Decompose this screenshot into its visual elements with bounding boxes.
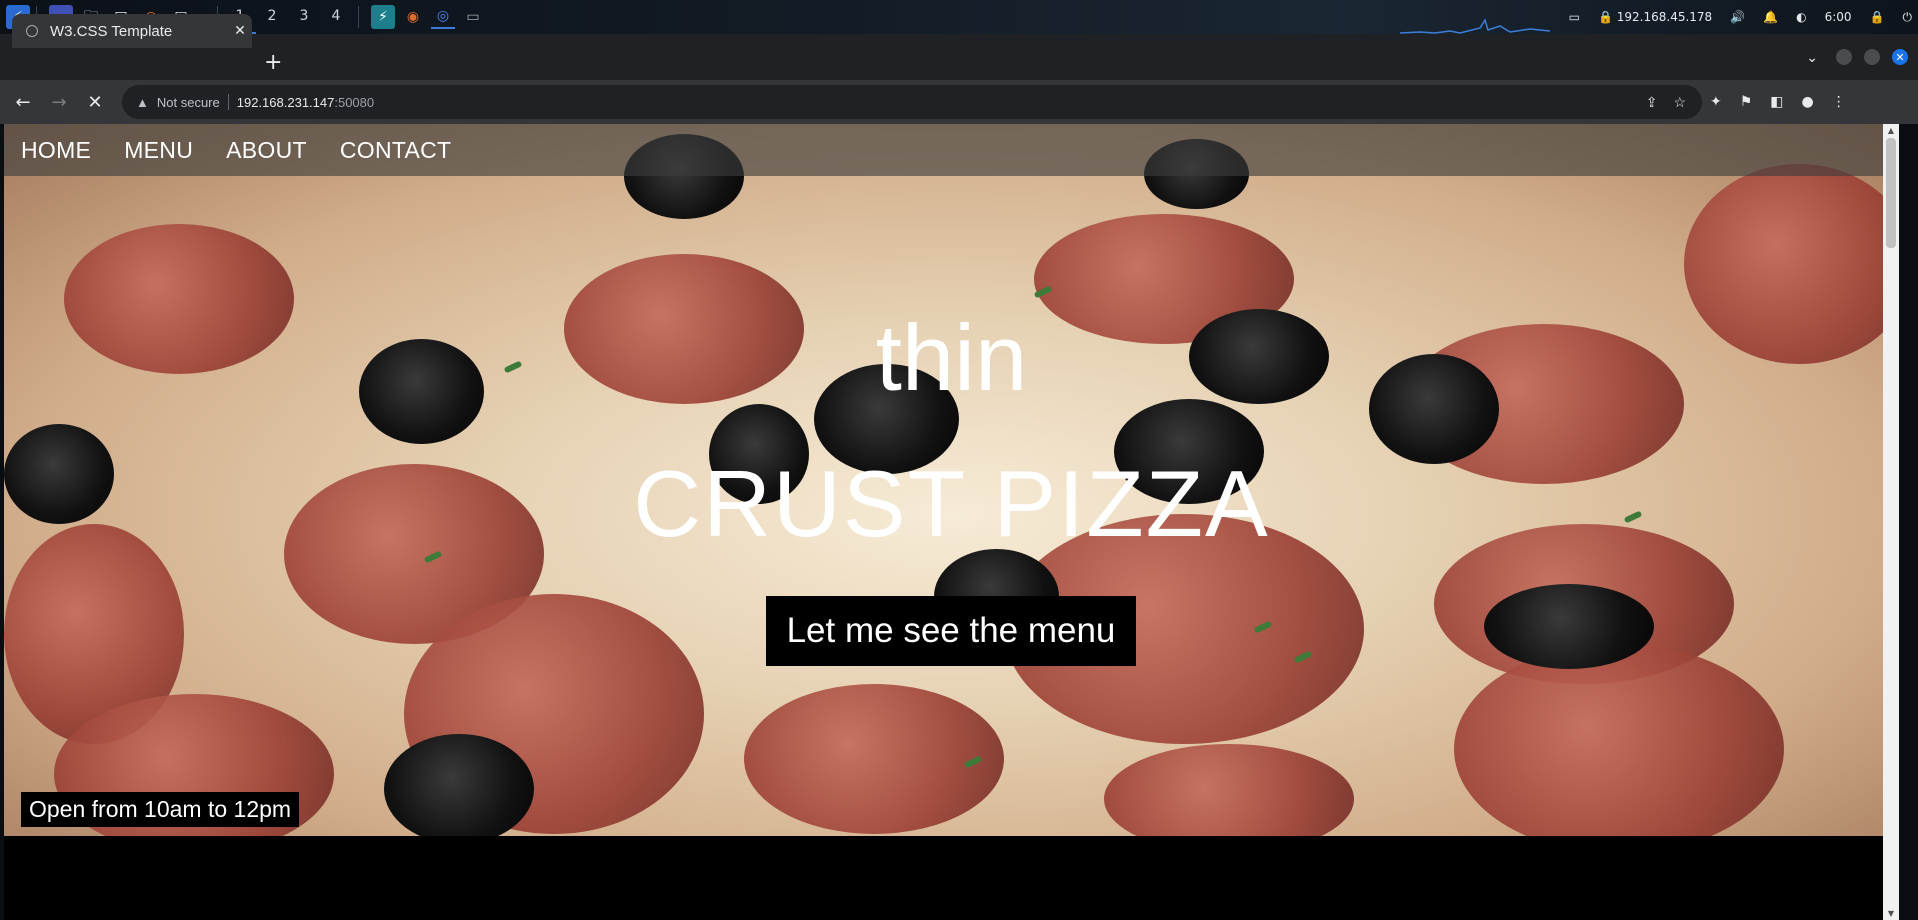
close-window-button[interactable]: ✕ — [1892, 49, 1908, 65]
olive — [1484, 584, 1654, 669]
os-taskbar: ⚡ ▭ 🗀 ▤ ◉ ▣ ⌄ 1 2 3 4 ⚡ ◉ ◎ ▭ ▭ 🔒 192.16… — [0, 0, 1918, 34]
nav-about[interactable]: ABOUT — [226, 137, 307, 164]
volume-icon[interactable]: 🔊 — [1730, 10, 1745, 24]
nav-home[interactable]: HOME — [21, 137, 91, 164]
tab-search-chevron-icon[interactable]: ⌄ — [1806, 50, 1818, 66]
display-icon[interactable]: ▭ — [1569, 10, 1580, 24]
minimize-button[interactable] — [1836, 49, 1852, 65]
hero-title-crust-pizza: CRUST PIZZA — [633, 451, 1270, 556]
network-graph — [1400, 18, 1550, 34]
maximize-button[interactable] — [1864, 49, 1880, 65]
not-secure-label[interactable]: Not secure — [157, 95, 220, 110]
hero-title-thin: thin — [875, 305, 1028, 410]
kebab-menu-icon[interactable]: ⋮ — [1832, 94, 1846, 110]
browser-tabstrip — [0, 34, 1918, 80]
page-viewport: HOME MENU ABOUT CONTACT thin CRUST PIZZA… — [4, 124, 1899, 920]
new-tab-button[interactable]: + — [264, 50, 282, 75]
back-button[interactable]: ← — [10, 89, 36, 115]
url-port: :50080 — [334, 94, 375, 110]
close-tab-icon[interactable]: ✕ — [228, 23, 252, 39]
warning-icon[interactable]: ▲ — [136, 95, 149, 110]
scroll-down-arrow-icon[interactable]: ▼ — [1883, 909, 1899, 918]
scroll-up-arrow-icon[interactable]: ▲ — [1883, 126, 1899, 135]
window-controls: ✕ — [1836, 49, 1908, 65]
omnibox-actions: ⇪ ☆ — [1646, 94, 1686, 111]
nav-contact[interactable]: CONTACT — [340, 137, 452, 164]
url-host: 192.168.231.147 — [236, 94, 335, 110]
bookmark-star-icon[interactable]: ☆ — [1673, 94, 1686, 111]
system-tray: ▭ 🔒 192.168.45.178 🔊 🔔 ◐ 6:00 🔒 ⏻ — [1569, 0, 1912, 34]
extensions-puzzle-icon[interactable]: ✦ — [1710, 94, 1722, 110]
scrollbar-thumb[interactable] — [1886, 138, 1896, 248]
workspace-3[interactable]: 3 — [288, 0, 320, 34]
chrome-window-icon[interactable]: ◎ — [431, 5, 455, 29]
extensions-area: ✦ ⚑ ◧ ● ⋮ — [1710, 94, 1846, 110]
workspace-4[interactable]: 4 — [320, 0, 352, 34]
opening-hours-label: Open from 10am to 12pm — [21, 792, 300, 827]
vpn-ip: 192.168.45.178 — [1616, 10, 1713, 24]
lock-icon[interactable]: 🔒 — [1870, 10, 1885, 24]
side-panel-icon[interactable]: ◧ — [1770, 94, 1783, 110]
app-window-icon[interactable]: ⚡ — [371, 5, 395, 29]
browser-tab[interactable]: W3.CSS Template ✕ — [12, 14, 252, 48]
logout-icon[interactable]: ⏻ — [1903, 10, 1913, 25]
browser-toolbar: ← → ✕ ▲ Not secure 192.168.231.147:50080… — [0, 80, 1918, 124]
page-scrollbar[interactable]: ▲ ▼ — [1883, 124, 1899, 920]
stop-loading-button[interactable]: ✕ — [82, 89, 108, 115]
clock[interactable]: 6:00 — [1825, 10, 1852, 24]
nav-menu[interactable]: MENU — [124, 137, 193, 164]
firefox-window-icon[interactable]: ◉ — [401, 5, 425, 29]
pizza-hero-image: HOME MENU ABOUT CONTACT thin CRUST PIZZA… — [4, 124, 1899, 836]
pepperoni-slice — [1454, 644, 1784, 836]
terminal-window-icon[interactable]: ▭ — [461, 5, 485, 29]
olive — [384, 734, 534, 836]
workspace-2[interactable]: 2 — [256, 0, 288, 34]
power-manager-icon[interactable]: ◐ — [1796, 10, 1806, 24]
share-icon[interactable]: ⇪ — [1646, 94, 1658, 111]
notification-bell-icon[interactable]: 🔔 — [1763, 10, 1778, 24]
network-lock-icon[interactable]: 🔒 192.168.45.178 — [1598, 10, 1712, 24]
extension-icon[interactable]: ⚑ — [1740, 94, 1753, 110]
profile-icon[interactable]: ● — [1802, 94, 1814, 110]
address-bar[interactable]: ▲ Not secure 192.168.231.147:50080 ⇪ ☆ — [122, 85, 1702, 119]
loading-favicon-icon — [26, 25, 38, 37]
pepperoni-slice — [744, 684, 1004, 834]
omnibox-divider — [227, 94, 229, 110]
taskbar-separator — [358, 6, 359, 28]
tab-title: W3.CSS Template — [50, 22, 173, 40]
forward-button[interactable]: → — [46, 89, 72, 115]
site-navbar: HOME MENU ABOUT CONTACT — [4, 124, 1899, 176]
see-menu-button[interactable]: Let me see the menu — [766, 596, 1136, 666]
pepperoni-slice — [1104, 744, 1354, 836]
